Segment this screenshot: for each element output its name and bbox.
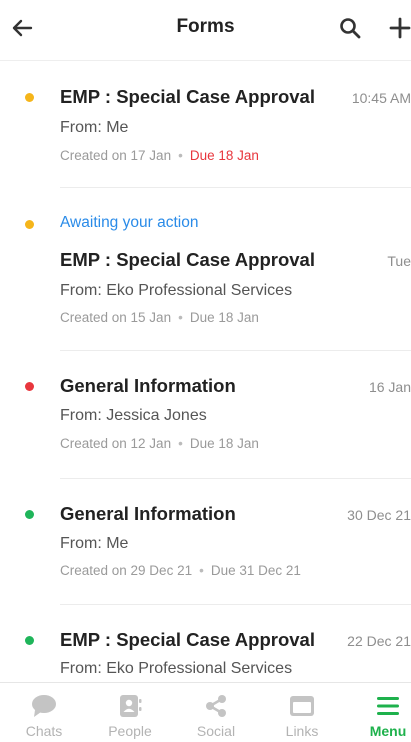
dot-separator: • [178, 148, 183, 163]
tab-label: People [108, 723, 152, 739]
search-icon [340, 18, 361, 39]
status-dot [25, 382, 34, 391]
form-sender: From: Eko Professional Services [60, 282, 293, 299]
chat-bubble-icon [30, 693, 58, 719]
tab-links[interactable]: Links [267, 683, 337, 742]
form-list-item[interactable]: EMP : Special Case Approval 10:45 AM Fro… [0, 60, 411, 188]
form-dates: Created on 17 Jan • Due 18 Jan [60, 148, 259, 163]
form-list-item[interactable]: Awaiting your action EMP : Special Case … [0, 188, 411, 351]
browser-window-icon [288, 693, 316, 719]
form-time: 22 Dec 21 [347, 633, 411, 649]
status-dot [25, 510, 34, 519]
awaiting-action-status: Awaiting your action [60, 214, 199, 231]
form-dates: Created on 12 Jan • Due 18 Jan [60, 436, 259, 451]
status-dot [25, 636, 34, 645]
form-title: EMP : Special Case Approval [60, 86, 315, 107]
dot-separator: • [178, 310, 183, 325]
form-sender: From: Eko Professional Services [60, 660, 293, 677]
tab-label: Menu [369, 723, 407, 739]
menu-icon [374, 693, 402, 719]
form-sender: From: Jessica Jones [60, 407, 207, 424]
form-time: 10:45 AM [351, 90, 411, 106]
form-title: EMP : Special Case Approval [60, 249, 315, 270]
form-dates: Created on 29 Dec 21 • Due 31 Dec 21 [60, 563, 301, 578]
form-list-item[interactable]: General Information 16 Jan From: Jessica… [0, 351, 411, 479]
bottom-tab-bar: Chats People Social Links Menu [0, 682, 411, 742]
due-date: Due 18 Jan [189, 310, 259, 325]
form-title: General Information [60, 375, 236, 396]
status-dot [25, 93, 34, 102]
form-title: General Information [60, 503, 236, 524]
form-sender: From: Me [60, 535, 129, 552]
dot-separator: • [178, 436, 183, 451]
share-icon [202, 693, 230, 719]
tab-label: Chats [25, 723, 63, 739]
form-dates: Created on 15 Jan • Due 18 Jan [60, 310, 259, 325]
tab-chats[interactable]: Chats [9, 683, 79, 742]
forms-list: EMP : Special Case Approval 10:45 AM Fro… [0, 60, 411, 682]
status-dot [25, 220, 34, 229]
search-button[interactable] [336, 14, 364, 42]
form-list-item[interactable]: General Information 30 Dec 21 From: Me C… [0, 479, 411, 605]
add-form-button[interactable] [386, 14, 411, 42]
due-date: Due 31 Dec 21 [210, 563, 301, 578]
forms-screen: Forms EMP : Special Case Approval 10:45 … [0, 0, 411, 742]
created-date: Created on 12 Jan [60, 436, 172, 451]
form-sender: From: Me [60, 119, 129, 136]
form-time: Tue [387, 253, 411, 269]
tab-people[interactable]: People [95, 683, 165, 742]
due-date: Due 18 Jan [189, 148, 259, 163]
created-date: Created on 15 Jan [60, 310, 172, 325]
form-list-item[interactable]: EMP : Special Case Approval 22 Dec 21 Fr… [0, 605, 411, 682]
due-date: Due 18 Jan [189, 436, 259, 451]
tab-label: Links [285, 723, 319, 739]
created-date: Created on 29 Dec 21 [60, 563, 193, 578]
contact-card-icon [116, 693, 144, 719]
form-time: 30 Dec 21 [347, 507, 411, 523]
tab-social[interactable]: Social [181, 683, 251, 742]
form-title: EMP : Special Case Approval [60, 629, 315, 650]
app-header: Forms [0, 0, 411, 61]
plus-icon [389, 17, 411, 39]
tab-label: Social [196, 723, 236, 739]
tab-menu[interactable]: Menu [353, 683, 411, 742]
dot-separator: • [199, 563, 204, 578]
form-time: 16 Jan [368, 379, 411, 395]
created-date: Created on 17 Jan [60, 148, 172, 163]
